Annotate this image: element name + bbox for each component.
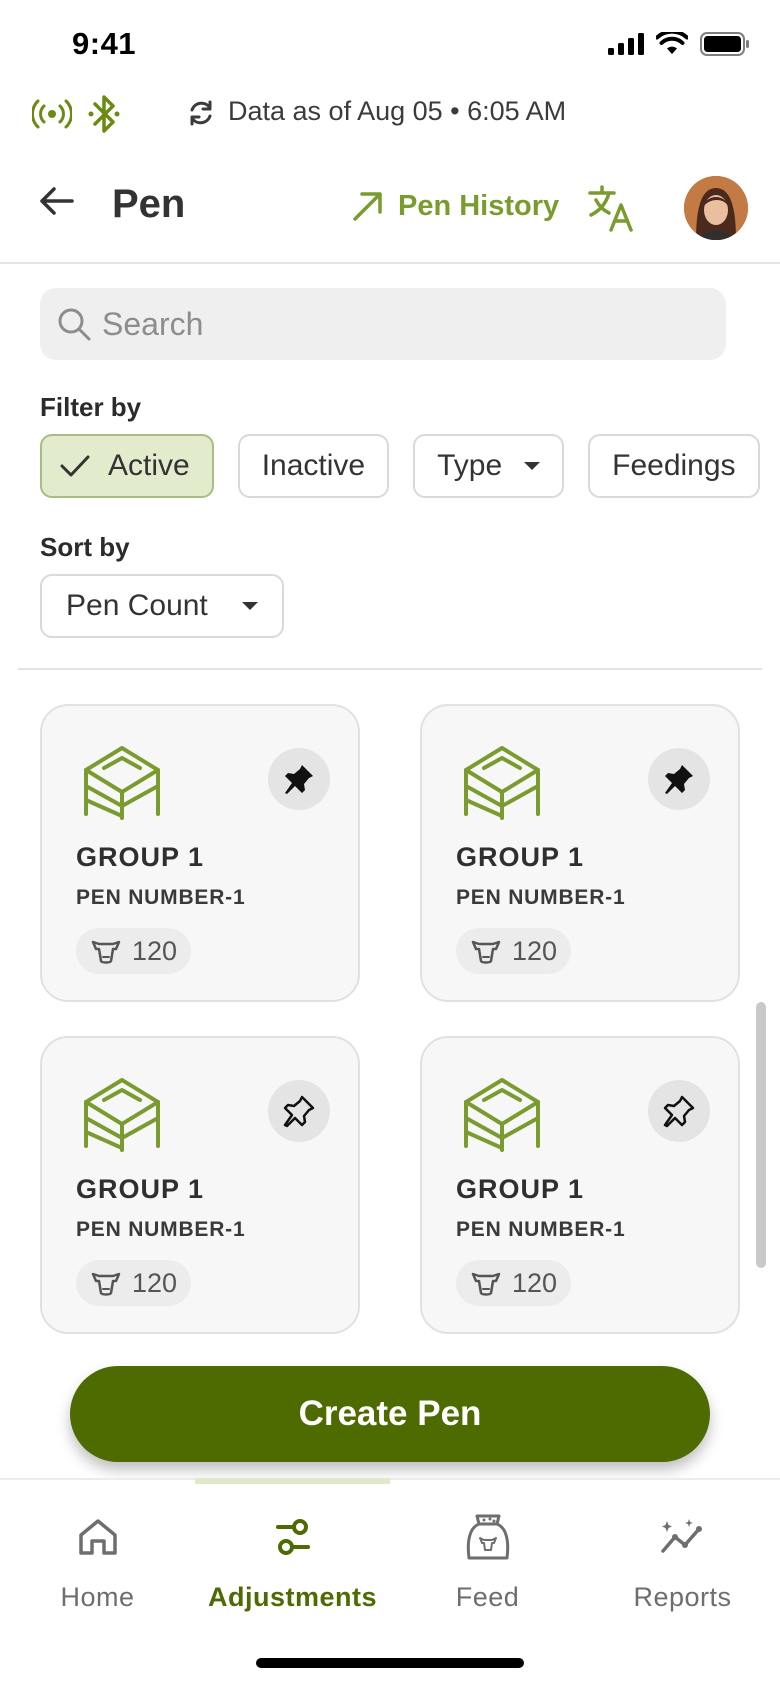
sort-dropdown[interactable]: Pen Count <box>40 574 284 638</box>
pen-number: PEN NUMBER-1 <box>76 886 246 909</box>
search-input[interactable] <box>102 305 682 343</box>
pen-card[interactable]: GROUP 1 PEN NUMBER-1 120 <box>40 1036 360 1334</box>
wifi-icon <box>656 32 688 54</box>
pen-history-label: Pen History <box>398 189 560 222</box>
pen-enclosure-icon <box>84 746 160 820</box>
bottom-nav: Home Adjustments Feed Reports <box>0 1478 780 1688</box>
connection-signal-icon <box>32 99 72 129</box>
filter-chip-active[interactable]: Active <box>40 434 214 498</box>
sort-label: Sort by <box>40 532 130 562</box>
chip-label: Type <box>437 449 503 482</box>
head-count-badge: 120 <box>76 928 192 974</box>
pen-group-name: GROUP 1 <box>76 842 205 872</box>
head-count-badge: 120 <box>76 1260 192 1306</box>
nav-item-reports[interactable]: Reports <box>585 1512 780 1613</box>
nav-item-feed[interactable]: Feed <box>390 1512 585 1613</box>
caret-down-icon <box>242 602 258 610</box>
arrow-up-right-icon <box>353 192 382 221</box>
pen-group-name: GROUP 1 <box>456 842 585 872</box>
sort-value: Pen Count <box>66 589 208 622</box>
chip-label: Active <box>108 449 190 482</box>
pin-button[interactable] <box>268 1080 330 1142</box>
caret-down-icon <box>524 462 541 470</box>
header: Pen Pen History <box>0 160 780 264</box>
data-timestamp: Data as of Aug 05 • 6:05 AM <box>228 96 567 126</box>
pen-number: PEN NUMBER-1 <box>456 886 626 909</box>
pin-filled-icon <box>285 765 313 794</box>
pen-enclosure-icon <box>464 746 540 820</box>
head-count: 120 <box>512 1267 558 1298</box>
search-bar[interactable] <box>40 288 726 360</box>
pen-enclosure-icon <box>84 1078 160 1152</box>
status-icons <box>608 32 750 56</box>
adjustments-icon <box>275 1519 310 1555</box>
nav-label: Adjustments <box>207 1582 378 1612</box>
pen-enclosure-icon <box>464 1078 540 1152</box>
pen-card[interactable]: GROUP 1 PEN NUMBER-1 120 <box>420 704 740 1002</box>
filter-chip-inactive[interactable]: Inactive <box>237 434 390 498</box>
head-count: 120 <box>132 935 178 966</box>
home-icon <box>78 1519 117 1555</box>
user-photo <box>684 176 748 240</box>
pin-outline-icon <box>283 1095 315 1128</box>
nav-label: Feed <box>455 1582 520 1612</box>
pin-outline-icon <box>663 1095 695 1128</box>
pin-button[interactable] <box>648 1080 710 1142</box>
cellular-signal-icon <box>608 33 644 55</box>
scrollbar[interactable] <box>756 1002 766 1268</box>
filter-chips: Active Inactive Type Feedings <box>40 434 760 498</box>
filter-chip-feedings[interactable]: Feedings <box>588 434 760 498</box>
nav-item-home[interactable]: Home <box>0 1512 195 1613</box>
sync-status-row: Data as of Aug 05 • 6:05 AM <box>0 88 780 138</box>
head-count-badge: 120 <box>456 1260 572 1306</box>
filter-label: Filter by <box>40 392 142 422</box>
nav-item-adjustments[interactable]: Adjustments <box>195 1512 390 1613</box>
search-icon <box>58 308 91 341</box>
filter-chip-type[interactable]: Type <box>413 434 565 498</box>
pen-number: PEN NUMBER-1 <box>76 1218 246 1241</box>
chip-label: Inactive <box>261 449 366 482</box>
pen-number: PEN NUMBER-1 <box>456 1218 626 1241</box>
active-tab-indicator <box>195 1478 390 1484</box>
refresh-icon[interactable] <box>186 98 216 128</box>
nav-label: Reports <box>633 1582 732 1612</box>
page-title: Pen <box>112 182 186 226</box>
pen-history-link[interactable]: Pen History <box>350 188 559 224</box>
status-bar: 9:41 <box>0 0 780 90</box>
check-icon <box>60 455 90 477</box>
status-time: 9:41 <box>72 26 137 61</box>
pin-filled-icon <box>665 765 693 794</box>
cow-head-icon <box>471 940 501 964</box>
battery-icon <box>700 32 749 56</box>
avatar[interactable] <box>684 176 748 240</box>
pen-card[interactable]: GROUP 1 PEN NUMBER-1 120 <box>40 704 360 1002</box>
pin-button[interactable] <box>648 748 710 810</box>
chip-label: Feedings <box>612 449 736 482</box>
head-count: 120 <box>132 1267 178 1298</box>
pen-group-name: GROUP 1 <box>76 1174 205 1204</box>
cow-head-icon <box>471 1272 501 1296</box>
head-count: 120 <box>512 935 558 966</box>
reports-icon <box>660 1519 702 1553</box>
feed-bag-icon <box>466 1514 509 1560</box>
head-count-badge: 120 <box>456 928 572 974</box>
pen-card[interactable]: GROUP 1 PEN NUMBER-1 120 <box>420 1036 740 1334</box>
bluetooth-icon <box>88 95 120 133</box>
cow-head-icon <box>91 1272 121 1296</box>
cow-head-icon <box>91 940 121 964</box>
translate-icon[interactable] <box>588 184 636 232</box>
divider <box>18 668 762 670</box>
back-arrow-icon[interactable] <box>36 180 78 222</box>
pen-group-name: GROUP 1 <box>456 1174 585 1204</box>
pin-button[interactable] <box>268 748 330 810</box>
home-indicator <box>256 1658 524 1668</box>
create-pen-button[interactable]: Create Pen <box>70 1366 710 1462</box>
nav-label: Home <box>60 1582 135 1612</box>
